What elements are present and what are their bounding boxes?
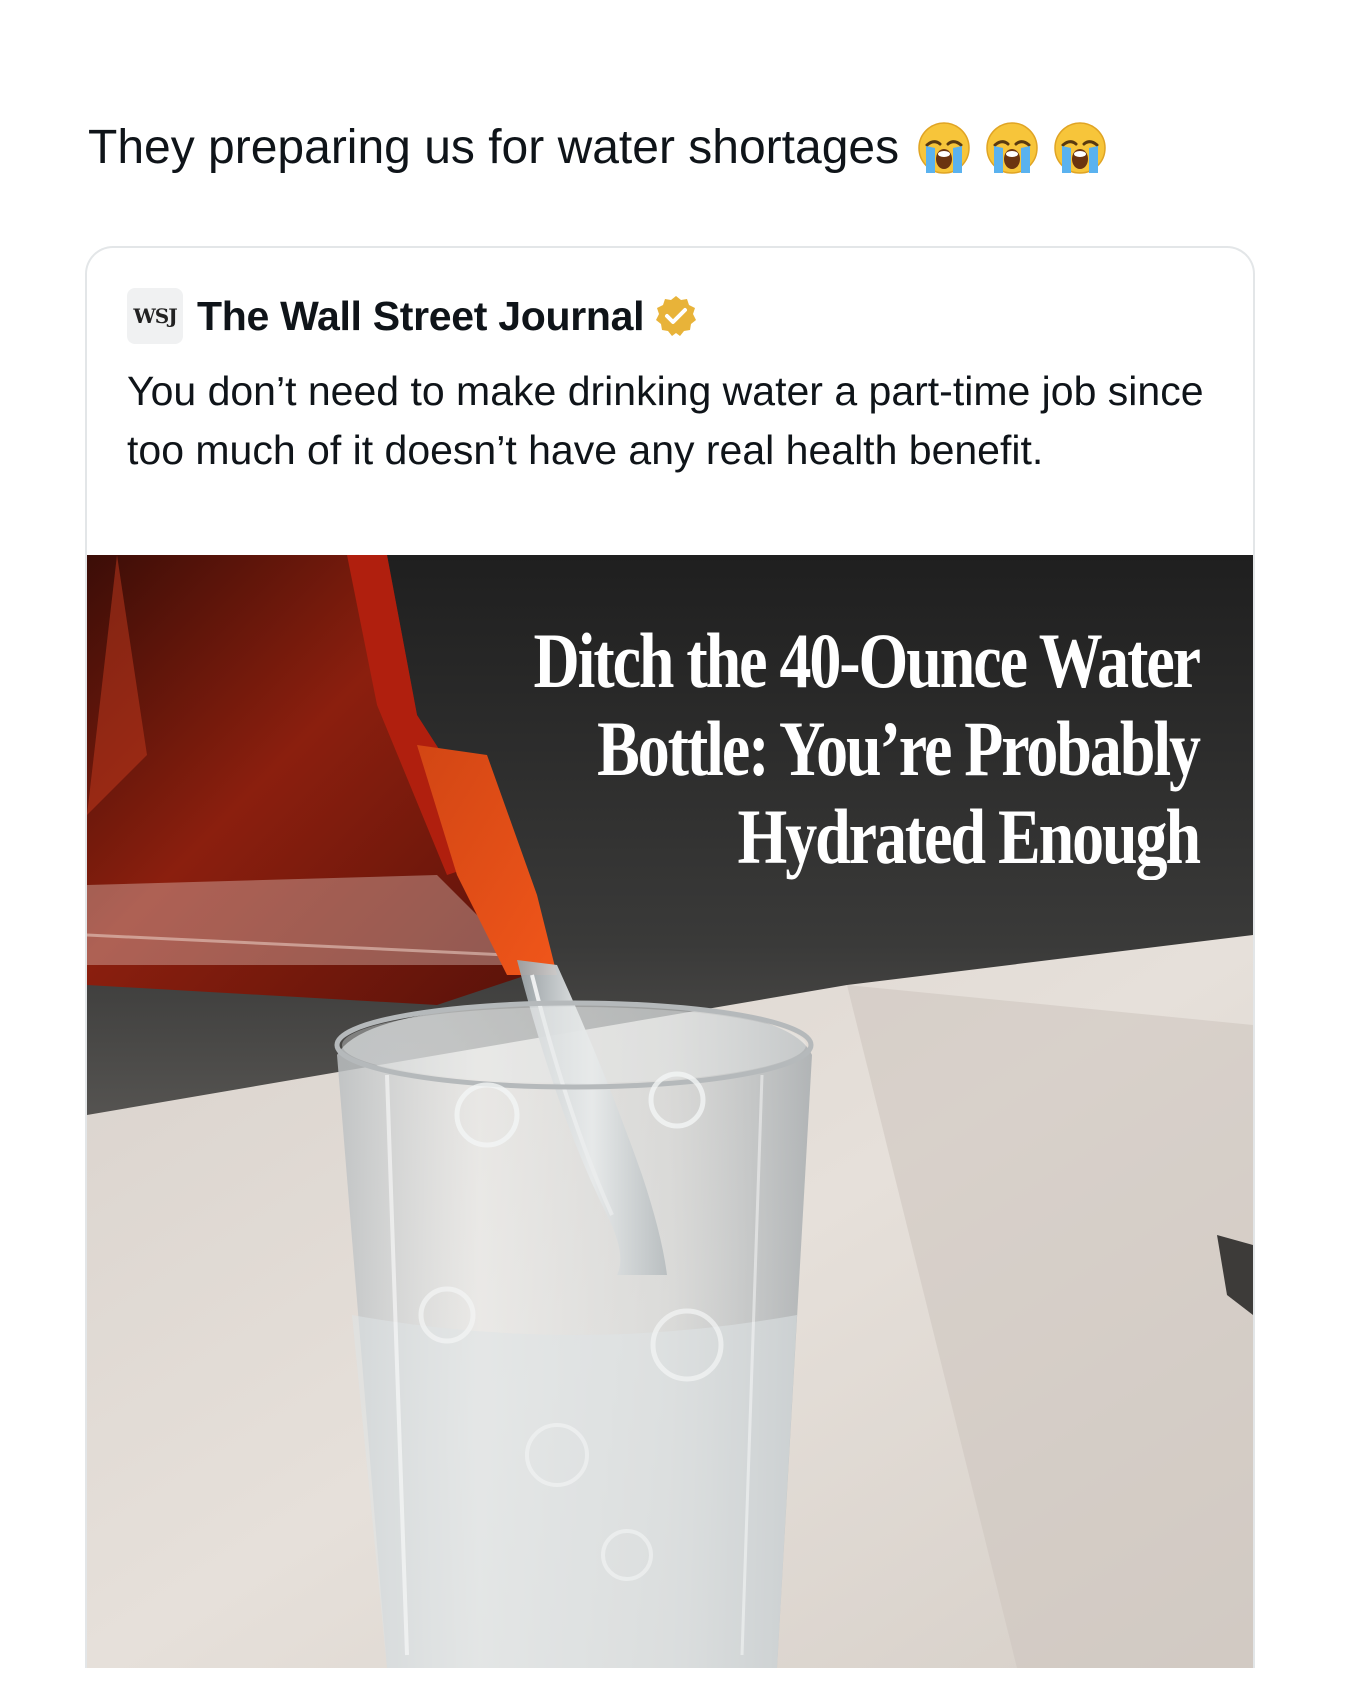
quoted-tweet-card[interactable]: WSJ The Wall Street Journal You don’t ne… bbox=[85, 246, 1255, 1668]
article-image[interactable]: Ditch the 40-Ounce Water Bottle: You’re … bbox=[87, 555, 1253, 1668]
loudly-crying-face-icon bbox=[986, 122, 1038, 174]
loudly-crying-face-icon bbox=[918, 122, 970, 174]
article-headline: Ditch the 40-Ounce Water Bottle: You’re … bbox=[533, 617, 1201, 880]
emoji-row bbox=[917, 121, 1107, 175]
page: They preparing us for water shortages WS… bbox=[0, 0, 1350, 1688]
post-text: They preparing us for water shortages bbox=[88, 121, 900, 174]
loudly-crying-face-icon bbox=[1054, 122, 1106, 174]
avatar[interactable]: WSJ bbox=[127, 288, 183, 344]
quoted-tweet-body: You don’t need to make drinking water a … bbox=[127, 368, 1204, 473]
verified-badge-icon bbox=[656, 296, 697, 336]
quoted-tweet-author[interactable]: WSJ The Wall Street Journal bbox=[127, 288, 698, 344]
post-text-row: They preparing us for water shortages bbox=[88, 118, 1107, 178]
author-name[interactable]: The Wall Street Journal bbox=[197, 293, 645, 340]
